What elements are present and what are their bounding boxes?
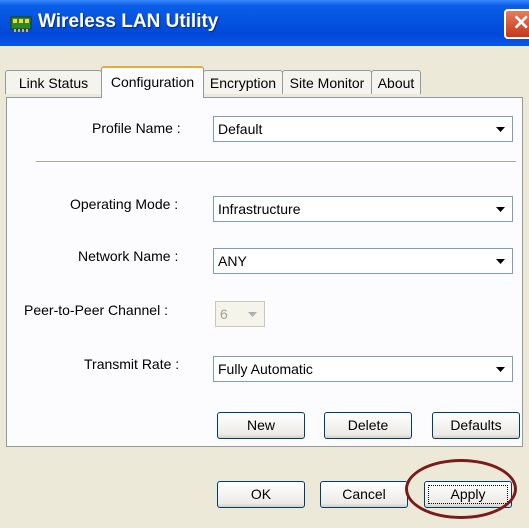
operating-mode-label: Operating Mode : bbox=[70, 196, 179, 212]
transmit-rate-label: Transmit Rate : bbox=[84, 356, 180, 372]
peer-channel-label: Peer-to-Peer Channel : bbox=[24, 302, 168, 318]
new-button[interactable]: New bbox=[217, 412, 305, 439]
tab-link-status[interactable]: Link Status bbox=[5, 70, 102, 94]
tab-site-monitor[interactable]: Site Monitor bbox=[282, 70, 372, 94]
peer-channel-select[interactable]: 6 bbox=[215, 301, 265, 327]
transmit-rate-value: Fully Automatic bbox=[218, 361, 313, 377]
ok-button[interactable]: OK bbox=[217, 481, 305, 508]
chevron-down-icon[interactable] bbox=[491, 359, 510, 379]
network-card-icon bbox=[10, 16, 32, 32]
profile-name-label: Profile Name : bbox=[92, 120, 181, 136]
chevron-down-icon[interactable] bbox=[491, 119, 510, 139]
delete-button[interactable]: Delete bbox=[324, 412, 412, 439]
operating-mode-select[interactable]: Infrastructure bbox=[213, 196, 513, 222]
operating-mode-value: Infrastructure bbox=[218, 201, 301, 217]
divider bbox=[36, 161, 516, 163]
wireless-lan-utility-window: Wireless LAN Utility × Link Status Confi… bbox=[0, 0, 529, 528]
tab-about[interactable]: About bbox=[371, 70, 421, 94]
transmit-rate-select[interactable]: Fully Automatic bbox=[213, 356, 513, 382]
profile-name-value: Default bbox=[218, 121, 263, 137]
window-title: Wireless LAN Utility bbox=[38, 11, 219, 32]
cancel-button[interactable]: Cancel bbox=[320, 481, 408, 508]
apply-highlight-ellipse bbox=[405, 459, 517, 519]
close-button[interactable]: × bbox=[504, 9, 529, 39]
chevron-down-icon[interactable] bbox=[243, 304, 262, 324]
chevron-down-icon[interactable] bbox=[491, 199, 510, 219]
title-bar[interactable]: Wireless LAN Utility × bbox=[0, 0, 529, 46]
defaults-button[interactable]: Defaults bbox=[432, 412, 520, 439]
network-name-value: ANY bbox=[218, 253, 247, 269]
network-name-select[interactable]: ANY bbox=[213, 248, 513, 274]
tab-encryption[interactable]: Encryption bbox=[203, 70, 283, 94]
profile-name-select[interactable]: Default bbox=[213, 116, 513, 142]
tab-configuration[interactable]: Configuration bbox=[101, 66, 204, 98]
tab-bar: Link Status Configuration Encryption Sit… bbox=[0, 62, 529, 98]
chevron-down-icon[interactable] bbox=[491, 251, 510, 271]
close-icon: × bbox=[512, 10, 529, 35]
peer-channel-value: 6 bbox=[220, 306, 228, 322]
network-name-label: Network Name : bbox=[78, 248, 179, 264]
